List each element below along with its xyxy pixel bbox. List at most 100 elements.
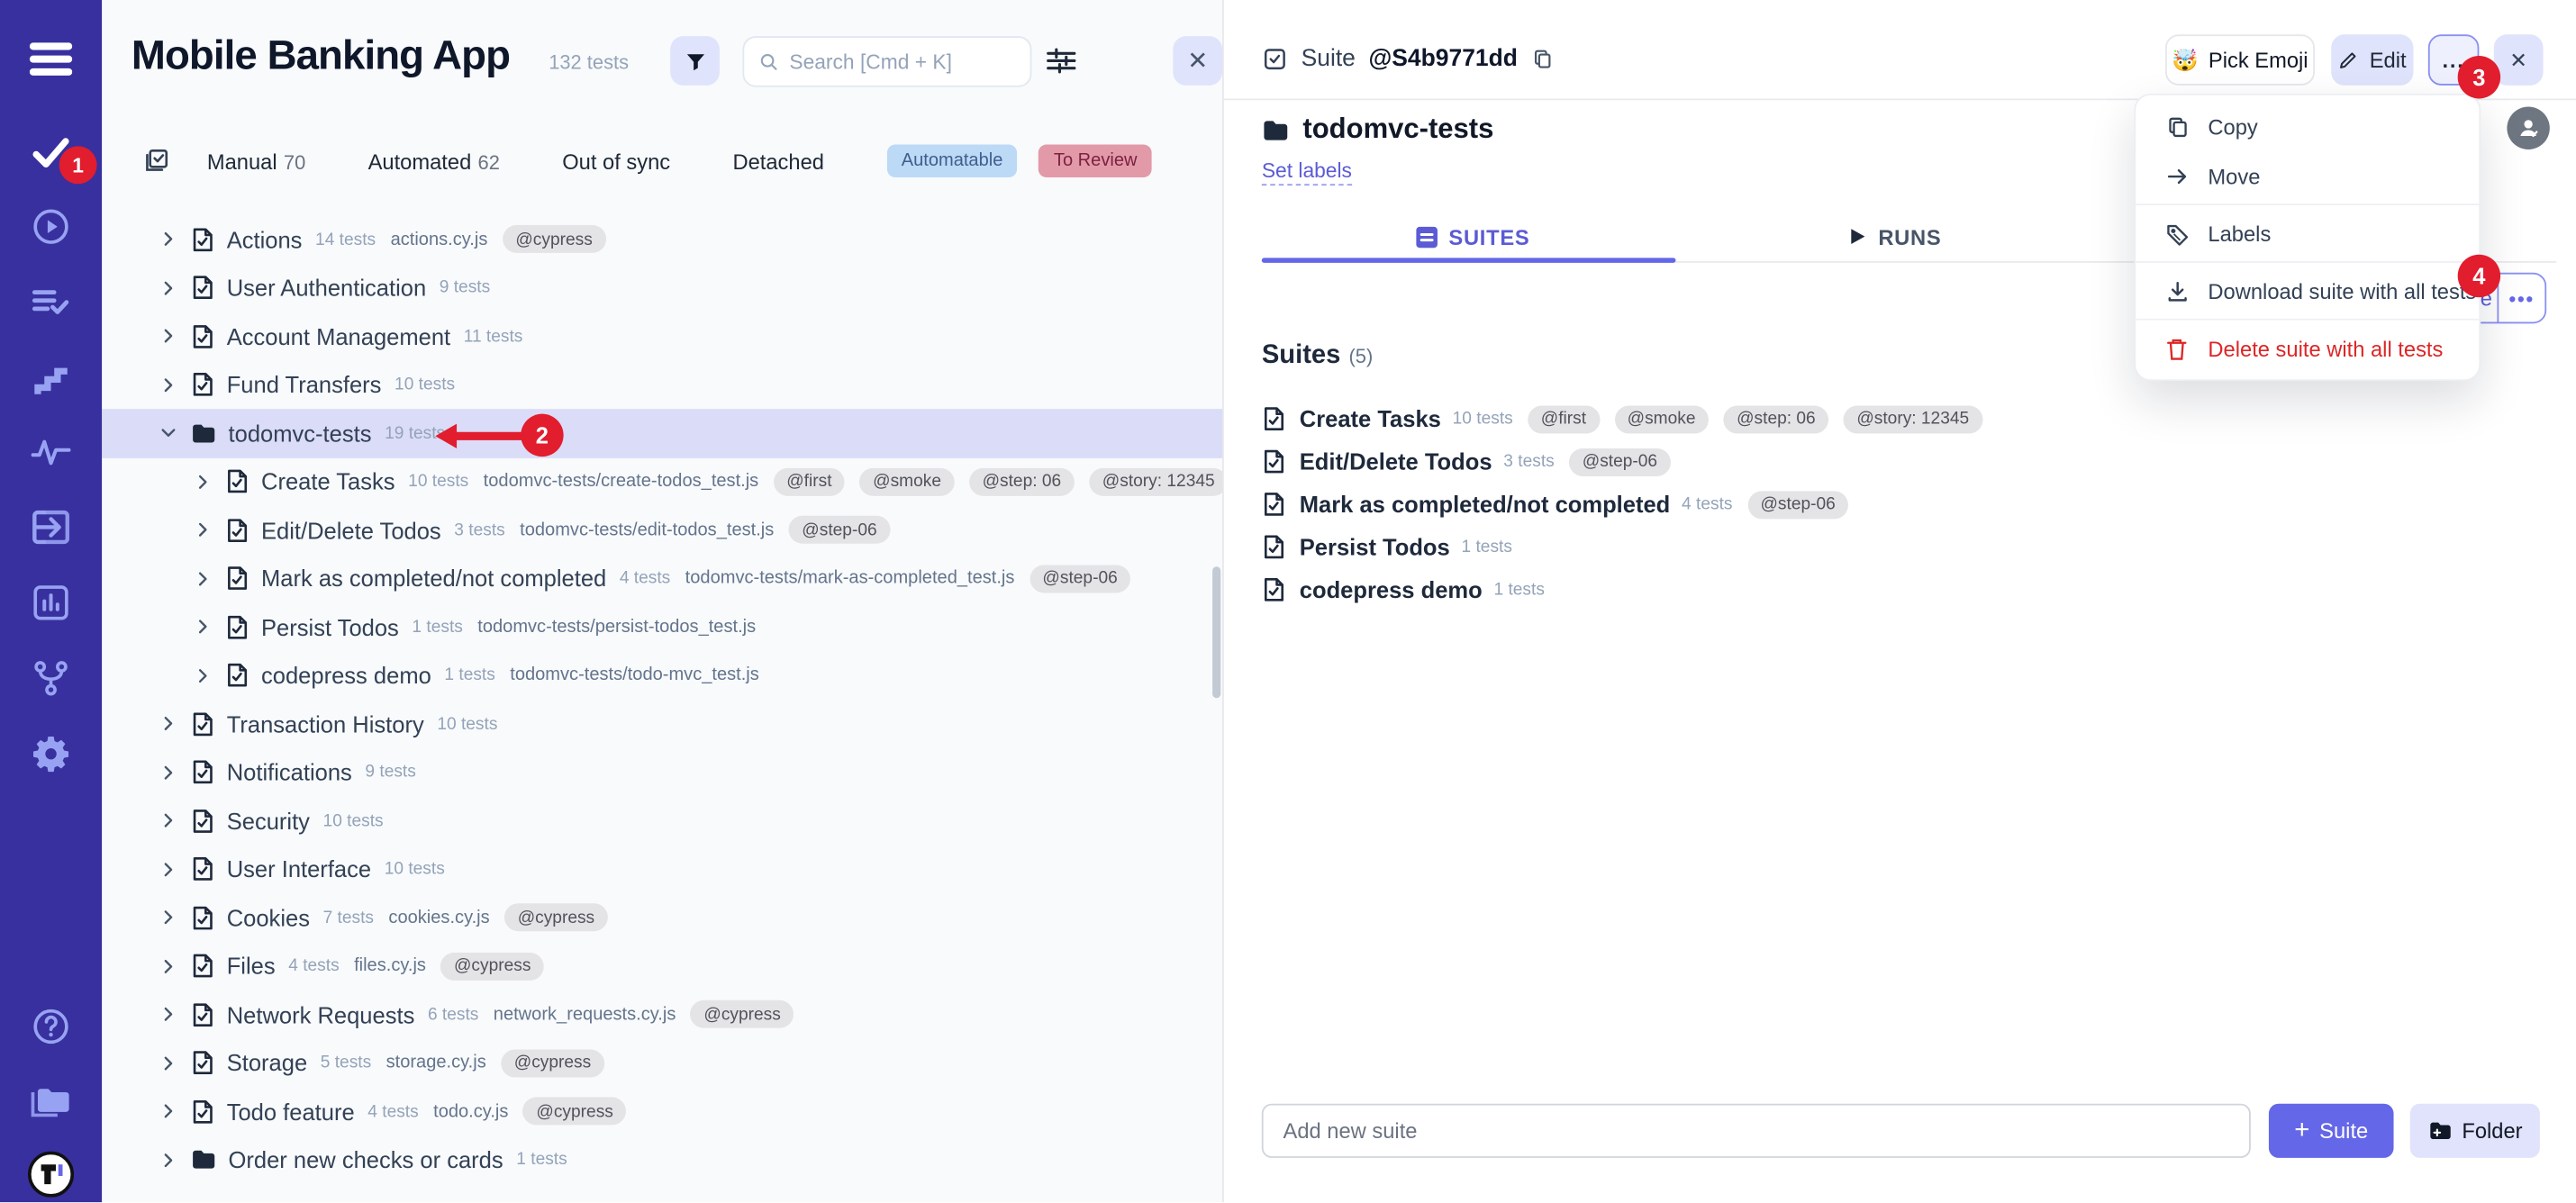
tree-row[interactable]: Fund Transfers10 tests (102, 360, 1224, 409)
tree-row[interactable]: Order new checks or cards1 tests (102, 1135, 1224, 1184)
tree-row[interactable]: Network Requests6 testsnetwork_requests.… (102, 990, 1224, 1039)
tree-row[interactable]: Files4 testsfiles.cy.js@cypress (102, 942, 1224, 990)
tree-row[interactable]: todomvc-tests19 tests (102, 409, 1224, 457)
tab-suites[interactable]: SUITES (1262, 213, 1684, 259)
sidebar-item-steps[interactable] (0, 350, 102, 406)
arrow-right-icon (2163, 163, 2190, 187)
suite-list-item[interactable]: Edit/Delete Todos3 tests@step-06 (1262, 440, 2544, 483)
add-folder-button[interactable]: Folder (2410, 1104, 2540, 1158)
tree-row[interactable]: Edit/Delete Todos3 teststodomvc-tests/ed… (102, 506, 1224, 555)
chevron-right-icon[interactable] (159, 812, 179, 830)
tree-row[interactable]: User Interface10 tests (102, 845, 1224, 893)
menu-item-delete-suite-with-all-tests[interactable]: Delete suite with all tests (2136, 323, 2479, 373)
tree-row[interactable]: Actions14 testsactions.cy.js@cypress (102, 215, 1224, 264)
help-icon (32, 1007, 71, 1046)
filter-pill-automatable[interactable]: Automatable (886, 145, 1017, 177)
tree-row[interactable]: Account Management11 tests (102, 312, 1224, 361)
menu-item-download-suite-with-all-tests[interactable]: Download suite with all tests (2136, 266, 2479, 315)
chevron-right-icon[interactable] (159, 957, 179, 975)
tag-icon (2163, 221, 2190, 245)
sidebar-item-import[interactable] (0, 499, 102, 555)
chevron-right-icon[interactable] (159, 327, 179, 345)
chevron-right-icon[interactable] (159, 231, 179, 249)
chevron-right-icon[interactable] (194, 666, 213, 684)
sidebar-item-pulse[interactable] (0, 424, 102, 480)
suite-list-item[interactable]: Persist Todos1 tests (1262, 526, 2544, 568)
tag-pill: @cypress (440, 952, 544, 980)
chevron-right-icon[interactable] (159, 375, 179, 393)
filter-pill-to-review[interactable]: To Review (1039, 145, 1151, 177)
tree-row[interactable]: codepress demo1 teststodomvc-tests/todo-… (102, 651, 1224, 700)
sidebar-item-help[interactable] (0, 999, 102, 1054)
pick-emoji-button[interactable]: 🤯 Pick Emoji (2165, 34, 2315, 86)
tree-row[interactable]: User Authentication9 tests (102, 264, 1224, 312)
menu-item-copy[interactable]: Copy (2136, 102, 2479, 151)
sidebar-item-branch[interactable] (0, 650, 102, 706)
tree-row[interactable]: Storage5 testsstorage.cy.js@cypress (102, 1039, 1224, 1088)
tree-row[interactable]: Security10 tests (102, 797, 1224, 846)
filter-tab-detached[interactable]: Detached (732, 149, 824, 173)
menu-item-move[interactable]: Move (2136, 151, 2479, 201)
tree-row[interactable]: Mark as completed/not completed4 teststo… (102, 555, 1224, 603)
add-suite-button[interactable]: + Suite (2269, 1104, 2394, 1158)
doc-check-icon (1262, 448, 1286, 475)
filter-funnel-button[interactable] (670, 36, 720, 86)
sidebar-item-hamburger[interactable] (0, 32, 102, 87)
avatar[interactable] (2507, 107, 2549, 149)
suite-list-item[interactable]: codepress demo1 tests (1262, 568, 2544, 611)
checked-docs-icon (141, 146, 171, 176)
menu-item-labels[interactable]: Labels (2136, 209, 2479, 258)
chevron-right-icon[interactable] (194, 473, 213, 491)
tree-item-count: 5 tests (321, 1054, 371, 1073)
chevron-right-icon[interactable] (159, 279, 179, 297)
sidebar-item-play-circle[interactable] (0, 199, 102, 255)
chevron-right-icon[interactable] (159, 1151, 179, 1169)
chevron-right-icon[interactable] (194, 618, 213, 636)
set-labels-link[interactable]: Set labels (1262, 159, 1352, 185)
sidebar-item-bar-chart[interactable] (0, 574, 102, 630)
add-suite-input[interactable] (1262, 1104, 2251, 1158)
tree-item-file: todomvc-tests/edit-todos_test.js (520, 520, 774, 540)
chevron-right-icon[interactable] (159, 764, 179, 782)
edit-button[interactable]: Edit (2331, 34, 2413, 86)
split-more-button[interactable]: ••• (2499, 275, 2544, 322)
chevron-right-icon[interactable] (194, 521, 213, 539)
doc-check-icon (191, 1001, 215, 1027)
chevron-right-icon[interactable] (159, 909, 179, 927)
chevron-right-icon[interactable] (159, 1006, 179, 1024)
suite-list-item[interactable]: Create Tasks10 tests@first@smoke@step: 0… (1262, 397, 2544, 439)
search-box[interactable] (742, 36, 1031, 87)
search-input[interactable] (789, 50, 1015, 74)
detail-tabs: SUITES RUNS (1262, 213, 2107, 259)
tree-row[interactable]: Persist Todos1 teststodomvc-tests/persis… (102, 602, 1224, 651)
filter-tab-manual[interactable]: Manual70 (207, 149, 305, 173)
detail-close-button[interactable]: ✕ (2494, 34, 2544, 86)
chevron-right-icon[interactable] (159, 1054, 179, 1072)
chevron-right-icon[interactable] (159, 860, 179, 878)
tree-row[interactable]: Todo feature4 teststodo.cy.js@cypress (102, 1087, 1224, 1135)
sidebar-item-gear[interactable] (0, 726, 102, 782)
tree-row[interactable]: Cookies7 testscookies.cy.js@cypress (102, 893, 1224, 942)
tree-scrollbar[interactable] (1212, 566, 1220, 698)
copy-id-button[interactable] (1531, 48, 1555, 71)
chevron-right-icon[interactable] (159, 715, 179, 733)
close-icon: ✕ (2509, 47, 2527, 73)
tree-row[interactable]: Notifications9 tests (102, 748, 1224, 797)
tree-row[interactable]: Create Tasks10 teststodomvc-tests/create… (102, 457, 1224, 506)
adjustments-button[interactable] (1045, 46, 1077, 76)
sidebar-item-list-check[interactable] (0, 275, 102, 330)
sidebar-item-logo[interactable] (0, 1146, 102, 1202)
tree-row[interactable]: Transaction History10 tests (102, 700, 1224, 748)
filter-tab-automated[interactable]: Automated62 (368, 149, 500, 173)
chevron-down-icon[interactable] (159, 424, 179, 442)
tag-pill: @cypress (503, 225, 606, 253)
left-panel-close-button[interactable]: ✕ (1173, 36, 1222, 86)
tab-runs[interactable]: RUNS (1684, 213, 2107, 259)
sidebar-item-folders[interactable] (0, 1074, 102, 1130)
tree-item-count: 14 tests (315, 230, 376, 249)
chevron-right-icon[interactable] (159, 1102, 179, 1120)
suite-list-item[interactable]: Mark as completed/not completed4 tests@s… (1262, 483, 2544, 525)
chevron-right-icon[interactable] (194, 569, 213, 587)
app-stage: Mobile Banking App 132 tests ✕ Manual70A… (0, 0, 2576, 1202)
filter-tab-out-of-sync[interactable]: Out of sync (562, 149, 670, 173)
